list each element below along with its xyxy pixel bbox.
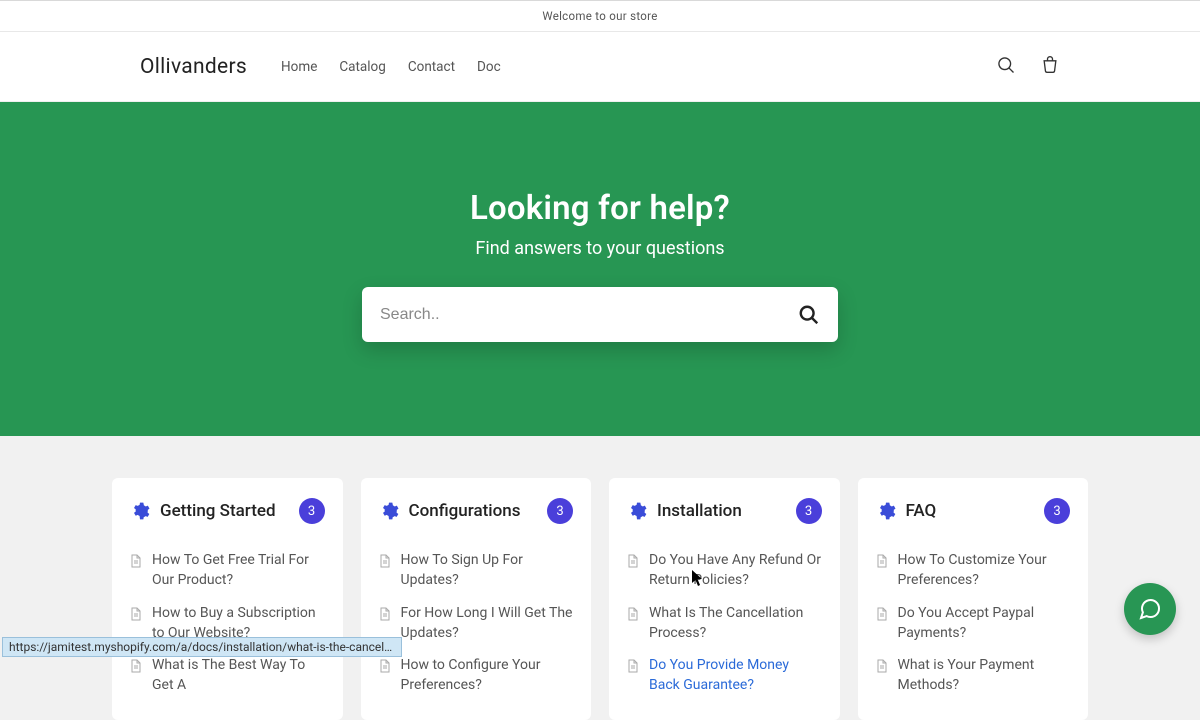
card-title[interactable]: Configurations xyxy=(409,501,521,521)
article-link[interactable]: How To Customize Your Preferences? xyxy=(898,550,1071,591)
document-icon xyxy=(130,553,142,567)
hero-subtitle: Find answers to your questions xyxy=(475,238,724,259)
nav-contact[interactable]: Contact xyxy=(408,59,455,75)
article-link[interactable]: Do You Have Any Refund Or Return Policie… xyxy=(649,550,822,591)
status-bar-url: https://jamitest.myshopify.com/a/docs/in… xyxy=(2,637,402,657)
article-list: Do You Have Any Refund Or Return Policie… xyxy=(627,544,822,702)
document-icon xyxy=(876,606,888,620)
cart-icon[interactable] xyxy=(1040,55,1060,79)
document-icon xyxy=(379,658,391,672)
list-item: Do You Provide Money Back Guarantee? xyxy=(627,649,822,702)
count-badge: 3 xyxy=(1044,498,1070,524)
article-link[interactable]: What is Your Payment Methods? xyxy=(898,655,1071,696)
search-container xyxy=(362,287,838,342)
gear-icon xyxy=(876,501,896,521)
gear-icon xyxy=(130,501,150,521)
article-link[interactable]: What Is The Cancellation Process? xyxy=(649,603,822,644)
document-icon xyxy=(627,606,639,620)
search-submit-icon[interactable] xyxy=(798,304,820,326)
chat-icon xyxy=(1138,597,1162,621)
announcement-bar: Welcome to our store xyxy=(0,0,1200,32)
article-link[interactable]: How To Sign Up For Updates? xyxy=(401,550,574,591)
card-header: Configurations 3 xyxy=(379,498,574,524)
nav-doc[interactable]: Doc xyxy=(477,59,501,75)
count-badge: 3 xyxy=(299,498,325,524)
card-getting-started: Getting Started 3 How To Get Free Trial … xyxy=(112,478,343,720)
card-installation: Installation 3 Do You Have Any Refund Or… xyxy=(609,478,840,720)
search-input[interactable] xyxy=(380,306,798,324)
hero-title: Looking for help? xyxy=(470,189,730,228)
list-item: Do You Accept Paypal Payments? xyxy=(876,597,1071,650)
document-icon xyxy=(379,553,391,567)
list-item: How To Get Free Trial For Our Product? xyxy=(130,544,325,597)
count-badge: 3 xyxy=(547,498,573,524)
card-faq: FAQ 3 How To Customize Your Preferences?… xyxy=(858,478,1089,720)
list-item: What is Your Payment Methods? xyxy=(876,649,1071,702)
card-title[interactable]: Getting Started xyxy=(160,501,276,521)
gear-icon xyxy=(627,501,647,521)
document-icon xyxy=(627,658,639,672)
article-link[interactable]: How to Configure Your Preferences? xyxy=(401,655,574,696)
document-icon xyxy=(379,606,391,620)
article-link[interactable]: For How Long I Will Get The Updates? xyxy=(401,603,574,644)
list-item: For How Long I Will Get The Updates? xyxy=(379,597,574,650)
count-badge: 3 xyxy=(796,498,822,524)
list-item: What is The Best Way To Get A xyxy=(130,649,325,702)
document-icon xyxy=(627,553,639,567)
card-header: Installation 3 xyxy=(627,498,822,524)
list-item: How to Configure Your Preferences? xyxy=(379,649,574,702)
document-icon xyxy=(876,658,888,672)
chat-bubble-button[interactable] xyxy=(1124,583,1176,635)
header-icons xyxy=(996,55,1060,79)
announcement-text: Welcome to our store xyxy=(542,9,657,23)
list-item: What Is The Cancellation Process? xyxy=(627,597,822,650)
category-cards: Getting Started 3 How To Get Free Trial … xyxy=(0,436,1200,720)
card-header: FAQ 3 xyxy=(876,498,1071,524)
card-title[interactable]: FAQ xyxy=(906,501,937,521)
article-link[interactable]: Do You Accept Paypal Payments? xyxy=(898,603,1071,644)
hero-section: Looking for help? Find answers to your q… xyxy=(0,102,1200,436)
nav-home[interactable]: Home xyxy=(281,59,317,75)
search-icon[interactable] xyxy=(996,55,1016,79)
article-list: How To Customize Your Preferences? Do Yo… xyxy=(876,544,1071,702)
article-list: How To Sign Up For Updates? For How Long… xyxy=(379,544,574,702)
site-header: Ollivanders Home Catalog Contact Doc xyxy=(0,32,1200,102)
list-item: How To Customize Your Preferences? xyxy=(876,544,1071,597)
brand-name[interactable]: Ollivanders xyxy=(140,55,247,79)
article-link[interactable]: Do You Provide Money Back Guarantee? xyxy=(649,655,822,696)
gear-icon xyxy=(379,501,399,521)
document-icon xyxy=(130,606,142,620)
list-item: How To Sign Up For Updates? xyxy=(379,544,574,597)
card-title[interactable]: Installation xyxy=(657,501,742,521)
nav-catalog[interactable]: Catalog xyxy=(339,59,385,75)
document-icon xyxy=(130,658,142,672)
document-icon xyxy=(876,553,888,567)
list-item: Do You Have Any Refund Or Return Policie… xyxy=(627,544,822,597)
card-configurations: Configurations 3 How To Sign Up For Upda… xyxy=(361,478,592,720)
article-link[interactable]: How To Get Free Trial For Our Product? xyxy=(152,550,325,591)
article-link[interactable]: What is The Best Way To Get A xyxy=(152,655,325,696)
main-nav: Home Catalog Contact Doc xyxy=(281,59,501,75)
card-header: Getting Started 3 xyxy=(130,498,325,524)
article-list: How To Get Free Trial For Our Product? H… xyxy=(130,544,325,702)
